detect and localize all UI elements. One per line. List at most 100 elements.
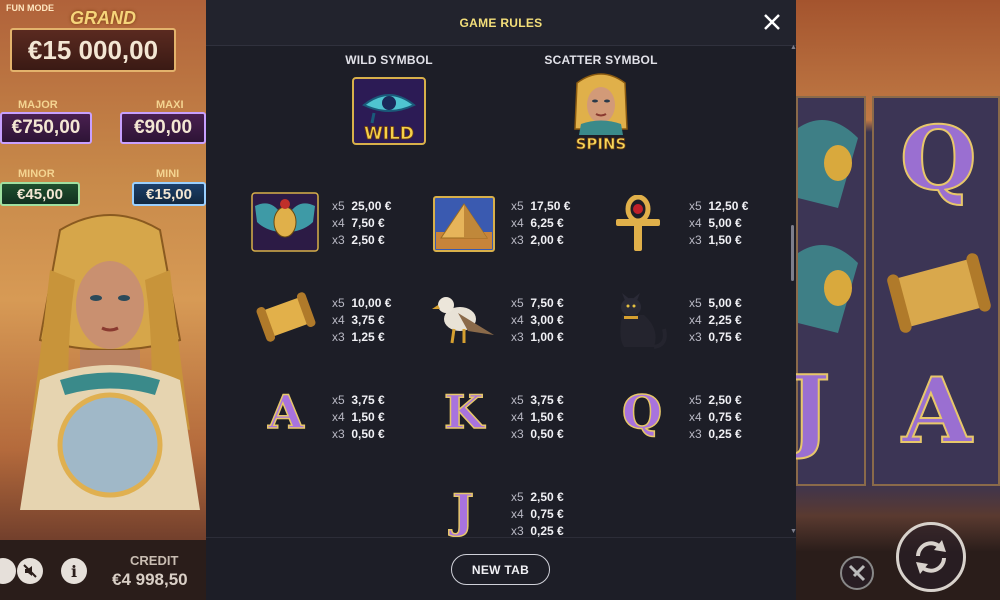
payout-multiplier: x4	[689, 313, 702, 327]
payout-multiplier: x3	[689, 233, 702, 247]
falcon-payouts: x5 7,50 € x4 3,00 € x3 1,00 €	[511, 295, 564, 346]
dialog-header: GAME RULES	[206, 0, 796, 46]
payout-multiplier: x3	[511, 233, 524, 247]
scarab-reel-symbol	[798, 120, 858, 208]
dialog-title: GAME RULES	[459, 15, 543, 30]
payout-multiplier: x4	[689, 410, 702, 424]
payout-amount: 0,25 €	[530, 524, 564, 537]
minor-jackpot-value: €45,00	[0, 182, 80, 206]
cat-payouts: x5 5,00 € x4 2,25 € x3 0,75 €	[689, 295, 742, 346]
payout-amount: 7,50 €	[530, 296, 564, 310]
payout-amount: 2,50 €	[530, 490, 564, 504]
spin-icon	[916, 540, 946, 574]
letter-q-payouts: x5 2,50 € x4 0,75 € x3 0,25 €	[689, 392, 742, 443]
payout-amount: 0,50 €	[530, 427, 564, 441]
payout-multiplier: x4	[511, 410, 524, 424]
payout-amount: 5,00 €	[708, 296, 742, 310]
pyramid-payouts: x5 17,50 € x4 6,25 € x3 2,00 €	[511, 198, 570, 249]
scroll-payouts: x5 10,00 € x4 3,75 € x3 1,25 €	[332, 295, 391, 346]
payout-multiplier: x5	[332, 199, 345, 213]
payout-amount: 1,50 €	[708, 233, 742, 247]
payout-multiplier: x3	[689, 330, 702, 344]
letter-j-symbol: J	[451, 483, 474, 537]
scatter-cleopatra-symbol: SPINS	[574, 73, 628, 153]
payout-amount: 1,25 €	[351, 330, 385, 344]
maxi-jackpot-label: MAXI	[156, 99, 184, 111]
payout-multiplier: x5	[689, 393, 702, 407]
payout-multiplier: x3	[511, 524, 524, 537]
rules-content[interactable]: WILD SYMBOL SCATTER SYMBOL WILD SPINS x5…	[206, 47, 796, 537]
payout-multiplier: x5	[511, 490, 524, 504]
payout-multiplier: x4	[689, 216, 702, 230]
mini-jackpot-label: MINI	[156, 168, 180, 180]
cat-paytable-symbol	[620, 293, 667, 349]
grand-jackpot-label: GRAND	[70, 8, 136, 28]
letter-k-symbol: K	[443, 384, 484, 440]
major-jackpot-label: MAJOR	[18, 99, 58, 111]
letter-j-payouts: x5 2,50 € x4 0,75 € x3 0,25 €	[511, 489, 564, 537]
reel-column: Q A	[872, 96, 1000, 486]
reel-letter-symbol: Q	[899, 105, 978, 211]
autoplay-off-button[interactable]	[840, 556, 874, 590]
payout-multiplier: x4	[332, 216, 345, 230]
payout-amount: 2,00 €	[530, 233, 564, 247]
payout-multiplier: x5	[689, 296, 702, 310]
dialog-footer: NEW TAB	[206, 537, 796, 600]
payout-multiplier: x5	[689, 199, 702, 213]
payout-amount: 1,00 €	[530, 330, 564, 344]
payout-multiplier: x4	[511, 216, 524, 230]
scatter-symbol-text: SPINS	[576, 135, 627, 153]
payout-amount: 12,50 €	[708, 199, 749, 213]
payout-amount: 2,50 €	[708, 393, 742, 407]
reel-letter-symbol: J	[796, 355, 832, 463]
letter-a-symbol: A	[267, 384, 304, 440]
payout-amount: 0,75 €	[530, 507, 564, 521]
payout-amount: 17,50 €	[530, 199, 571, 213]
wild-symbol-text: WILD	[364, 124, 414, 144]
wild-eye-of-horus-symbol: WILD	[352, 77, 426, 145]
spin-button[interactable]	[896, 522, 966, 592]
scatter-symbol-label: SCATTER SYMBOL	[544, 53, 658, 67]
credit-label: CREDIT	[130, 553, 179, 568]
letter-k-payouts: x5 3,75 € x4 1,50 € x3 0,50 €	[511, 392, 564, 443]
letter-a-payouts: x5 3,75 € x4 1,50 € x3 0,50 €	[332, 392, 385, 443]
payout-multiplier: x5	[332, 296, 345, 310]
payout-amount: 7,50 €	[351, 216, 385, 230]
payout-amount: 25,00 €	[351, 199, 392, 213]
game-reels-panel: Q A J	[796, 0, 1000, 600]
payout-amount: 0,75 €	[708, 410, 742, 424]
payout-multiplier: x5	[332, 393, 345, 407]
minor-jackpot-label: MINOR	[18, 168, 55, 180]
close-icon[interactable]	[760, 10, 784, 34]
payout-amount: 10,00 €	[351, 296, 392, 310]
letter-q-symbol: Q	[621, 384, 663, 440]
scarab-reel-symbol	[798, 245, 858, 333]
payout-amount: 2,50 €	[351, 233, 385, 247]
scroll-down-arrow-icon[interactable]: ▼	[790, 528, 797, 535]
payout-amount: 3,75 €	[530, 393, 564, 407]
maxi-jackpot-value: €90,00	[120, 112, 206, 144]
payout-amount: 0,75 €	[708, 330, 742, 344]
pyramid-paytable-symbol	[433, 196, 495, 252]
payout-multiplier: x4	[511, 507, 524, 521]
scrollbar-thumb[interactable]	[791, 225, 794, 281]
sound-off-icon[interactable]	[17, 558, 43, 584]
payout-multiplier: x3	[332, 330, 345, 344]
ankh-paytable-symbol	[616, 195, 660, 251]
payout-amount: 1,50 €	[530, 410, 564, 424]
payout-multiplier: x3	[332, 233, 345, 247]
payout-multiplier: x5	[511, 393, 524, 407]
scarab-payouts: x5 25,00 € x4 7,50 € x3 2,50 €	[332, 198, 391, 249]
payout-multiplier: x5	[511, 199, 524, 213]
payout-multiplier: x3	[511, 330, 524, 344]
info-icon[interactable]: i	[61, 558, 87, 584]
payout-multiplier: x3	[511, 427, 524, 441]
new-tab-button[interactable]: NEW TAB	[451, 554, 550, 585]
wild-symbol-label: WILD SYMBOL	[345, 53, 433, 67]
payout-multiplier: x3	[689, 427, 702, 441]
payout-multiplier: x3	[332, 427, 345, 441]
mini-jackpot-value: €15,00	[132, 182, 206, 206]
scroll-up-arrow-icon[interactable]: ▲	[790, 44, 797, 51]
payout-multiplier: x4	[332, 410, 345, 424]
payout-amount: 1,50 €	[351, 410, 385, 424]
